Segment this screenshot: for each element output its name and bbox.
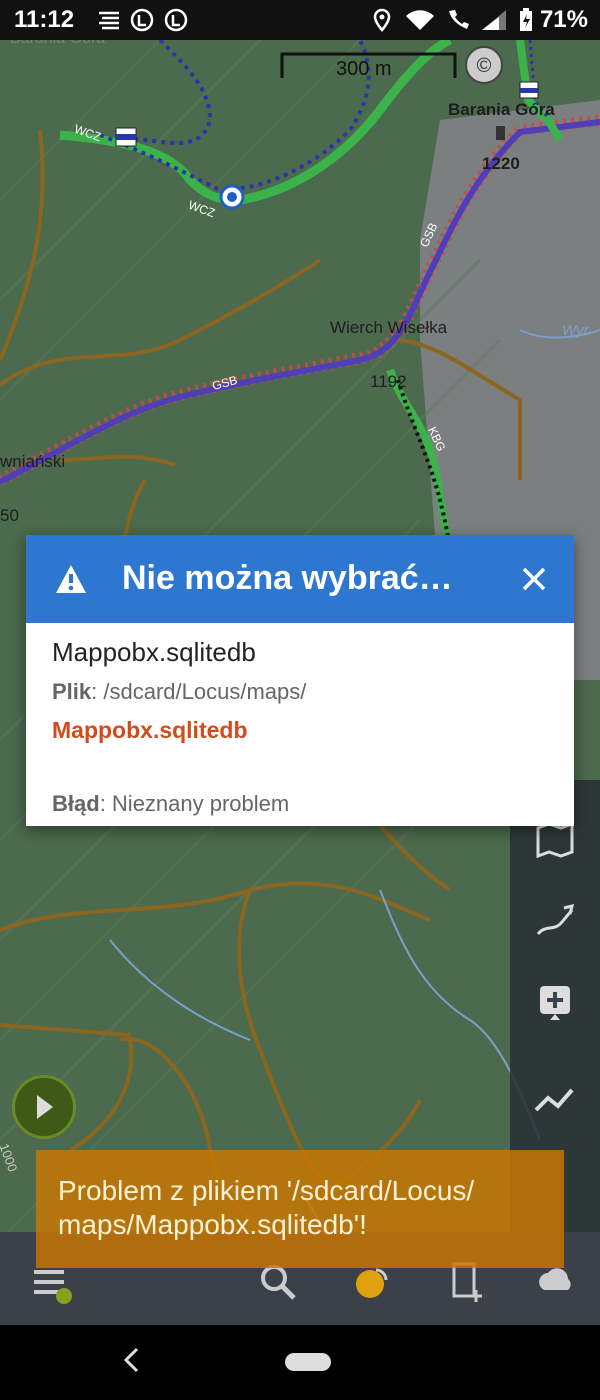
battery-icon — [520, 8, 532, 31]
signal-icon — [482, 10, 506, 30]
home-pill-button[interactable] — [285, 1353, 331, 1371]
play-icon — [37, 1095, 53, 1119]
clock: 11:12 — [14, 6, 75, 33]
dialog-filename: Mappobx.sqlitedb — [52, 637, 256, 667]
dialog-file-row: Plik: /sdcard/Locus/maps/ — [52, 679, 306, 705]
locus-l-icon-2 — [164, 8, 188, 32]
dialog-title: Nie można wybrać… — [122, 559, 453, 597]
wifi-call-icon — [449, 10, 469, 29]
close-icon[interactable] — [518, 563, 550, 595]
map-label-left-number: 50 — [0, 506, 19, 525]
dialog-error-row: Błąd: Nieznany problem — [52, 791, 289, 817]
map-label-place: Wierch Wisełka — [330, 318, 448, 337]
svg-text:©: © — [477, 55, 492, 77]
map-label-left-place: wniański — [0, 452, 66, 471]
error-value: : Nieznany problem — [99, 791, 290, 816]
wifi-icon — [406, 10, 434, 30]
map-label-place-elevation: 1192 — [370, 372, 407, 391]
warning-icon — [56, 565, 86, 593]
map-label-river: Wyr — [562, 322, 589, 339]
play-button[interactable] — [12, 1075, 76, 1139]
location-icon — [373, 8, 391, 32]
elevation-chart-icon[interactable] — [532, 1076, 578, 1122]
notification-list-icon — [99, 11, 119, 30]
toast-text: Problem z plikiem '/sdcard/Locus/ maps/M… — [58, 1175, 475, 1240]
error-dialog: Nie można wybrać… Mappobx.sqlitedb Plik:… — [26, 535, 574, 826]
add-point-icon[interactable] — [532, 980, 578, 1026]
error-label: Błąd — [52, 791, 100, 816]
status-bar: 11:12 71% — [0, 0, 600, 40]
toast-message: Problem z plikiem '/sdcard/Locus/ maps/M… — [36, 1150, 564, 1268]
map-label-peak: Barania Góra — [448, 100, 555, 119]
dialog-header: Nie można wybrać… — [26, 535, 574, 623]
file-label: Plik — [52, 679, 92, 704]
track-record-icon[interactable] — [532, 898, 578, 944]
file-path: : /sdcard/Locus/maps/ — [91, 679, 307, 704]
locus-l-icon — [130, 8, 154, 32]
map-label-top-left: Barania Góra — [10, 40, 105, 48]
map-scale-label: 300 m — [336, 58, 392, 80]
battery-percent: 71% — [539, 6, 588, 33]
map-label-peak-elevation: 1220 — [482, 154, 520, 173]
back-icon[interactable] — [120, 1345, 144, 1375]
file-link[interactable]: Mappobx.sqlitedb — [52, 717, 248, 744]
